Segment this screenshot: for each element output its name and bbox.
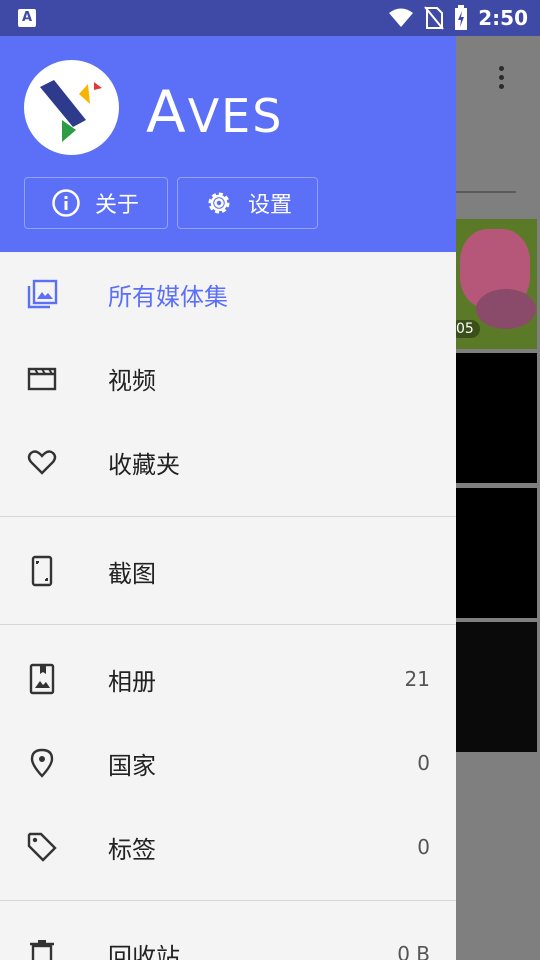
nav-item-count: 21 [404, 667, 430, 691]
background-divider [456, 191, 516, 193]
clapperboard-icon [27, 367, 57, 391]
accessibility-icon: A [18, 9, 36, 27]
about-button[interactable]: 关于 [24, 177, 168, 229]
info-icon [52, 189, 80, 217]
heart-icon [27, 450, 57, 475]
nav-item-count: 0 [417, 835, 430, 859]
thumbnail [456, 622, 537, 752]
nav-item-recycle-bin[interactable]: 回收站 0 B [0, 912, 456, 960]
gear-icon [208, 192, 230, 214]
nav-item-count: 0 B [397, 942, 430, 960]
about-label: 关于 [95, 193, 140, 218]
aves-logo-icon [40, 80, 102, 142]
battery-charging-icon [455, 5, 468, 30]
nav-item-label: 回收站 [108, 942, 180, 960]
nav-item-label: 相册 [108, 667, 156, 696]
thumbnail: 05 [456, 219, 537, 349]
wifi-icon [389, 8, 414, 27]
settings-label: 设置 [248, 193, 293, 218]
more-options-icon [498, 66, 506, 92]
nav-item-label: 截图 [108, 559, 156, 588]
nav-item-label: 收藏夹 [108, 450, 180, 479]
nav-item-tags[interactable]: 标签 0 [0, 805, 456, 889]
thumbnail [456, 488, 537, 618]
tag-icon [27, 832, 57, 862]
nav-item-label: 所有媒体集 [108, 282, 228, 311]
thumbnail [456, 353, 537, 483]
nav-item-videos[interactable]: 视频 [0, 336, 456, 420]
nav-item-label: 标签 [108, 835, 156, 864]
trash-icon [30, 940, 54, 960]
status-icons: 2:50 [388, 0, 528, 36]
app-title: AVES [146, 78, 284, 146]
divider [0, 624, 456, 625]
nav-item-countries[interactable]: 国家 0 [0, 721, 456, 805]
app-logo [24, 60, 119, 155]
no-sim-icon [424, 6, 445, 30]
status-bar: A 2:50 [0, 0, 540, 36]
nav-item-favourites[interactable]: 收藏夹 [0, 420, 456, 504]
navigation-drawer: AVES 关于 设置 所有媒体集 视频 收藏夹 截图 相册 21 国家 0 标签… [0, 36, 456, 960]
phone-screenshot-icon [31, 555, 53, 587]
drawer-header: AVES 关于 设置 [0, 36, 456, 252]
clock: 2:50 [478, 6, 528, 30]
nav-item-label: 视频 [108, 366, 156, 395]
divider [0, 516, 456, 517]
nav-item-label: 国家 [108, 751, 156, 780]
album-icon [29, 663, 55, 695]
nav-item-screenshots[interactable]: 截图 [0, 529, 456, 613]
nav-item-all-collections[interactable]: 所有媒体集 [0, 252, 456, 336]
thumbnail-badge: 05 [456, 320, 480, 338]
divider [0, 900, 456, 901]
collection-icon [27, 279, 58, 309]
location-pin-icon [30, 748, 54, 778]
nav-item-albums[interactable]: 相册 21 [0, 637, 456, 721]
settings-button[interactable]: 设置 [177, 177, 318, 229]
nav-item-count: 0 [417, 751, 430, 775]
